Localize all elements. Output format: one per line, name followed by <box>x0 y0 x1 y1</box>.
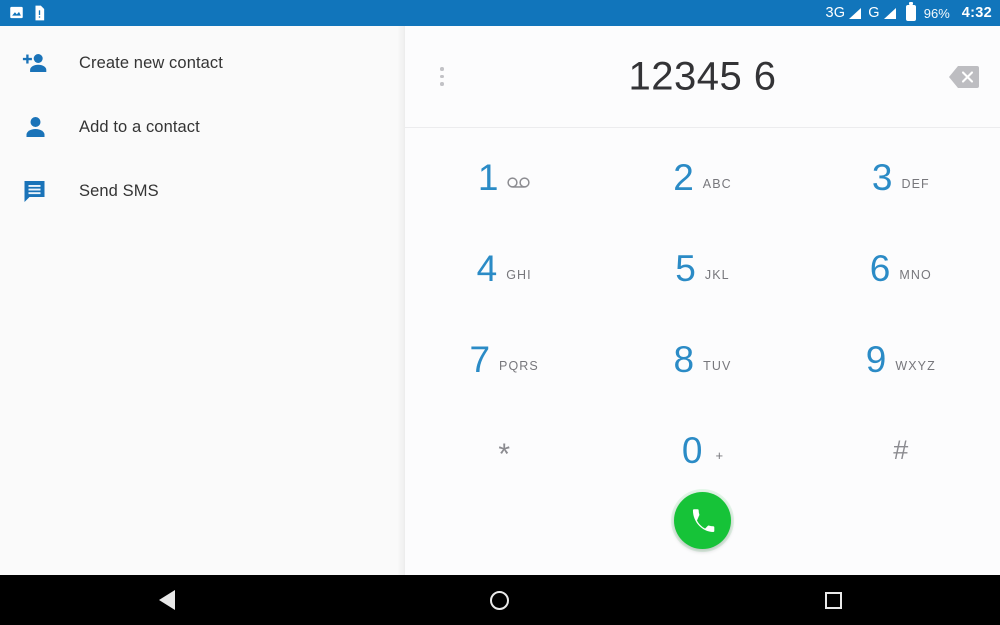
key-digit: 5 <box>675 248 696 289</box>
key-letters: TUV <box>703 359 732 373</box>
keypad-row: 7 PQRS 8 TUV 9 WXYZ <box>405 314 1000 405</box>
key-3[interactable]: 3 DEF <box>802 132 1000 223</box>
status-bar: 3G G 96% 4:32 <box>0 0 1000 26</box>
key-digit: 4 <box>476 248 498 289</box>
sidebar-item-add-to-a-contact[interactable]: Add to a contact <box>0 95 405 159</box>
key-9[interactable]: 9 WXYZ <box>802 314 1000 405</box>
recents-square-icon <box>824 591 842 609</box>
message-icon <box>22 179 56 203</box>
key-digit: 2 <box>673 157 694 198</box>
sidebar-item-label: Create new contact <box>79 53 223 72</box>
sidebar-item-send-sms[interactable]: Send SMS <box>0 159 405 223</box>
call-button-row <box>405 492 1000 549</box>
key-digit: # <box>893 435 909 465</box>
key-star[interactable]: * <box>405 405 603 496</box>
key-letters: MNO <box>899 268 932 282</box>
navigation-bar <box>0 575 1000 625</box>
call-button[interactable] <box>674 492 731 549</box>
sidebar-item-label: Send SMS <box>79 181 159 200</box>
key-digit: 6 <box>869 248 891 289</box>
key-digit: 8 <box>673 339 695 380</box>
key-8[interactable]: 8 TUV <box>603 314 801 405</box>
phone-screen: 3G G 96% 4:32 Create new contact Add to … <box>0 0 1000 625</box>
key-4[interactable]: 4 GHI <box>405 223 603 314</box>
key-digit: 3 <box>871 157 893 198</box>
key-digit: 0 <box>681 430 703 471</box>
key-digit: 1 <box>477 157 499 198</box>
voicemail-icon <box>507 177 531 188</box>
key-digit: * <box>498 437 510 471</box>
back-triangle-icon <box>158 590 175 610</box>
key-letters: + <box>715 448 724 463</box>
key-digit: 9 <box>865 339 887 380</box>
nav-back-button[interactable] <box>0 590 333 610</box>
signal-strength-icon-2 <box>883 7 896 19</box>
key-7[interactable]: 7 PQRS <box>405 314 603 405</box>
image-notification-icon <box>9 5 24 21</box>
network-type-secondary: G <box>868 4 880 21</box>
key-1[interactable]: 1 <box>405 132 603 223</box>
keypad-row: 4 GHI 5 JKL 6 MNO <box>405 223 1000 314</box>
status-bar-indicators: 3G G 96% 4:32 <box>825 2 993 21</box>
dialed-number-display[interactable]: 12345 6 <box>405 54 1000 99</box>
network-type-primary: 3G <box>825 4 846 21</box>
signal-strength-icon-1 <box>849 7 862 19</box>
key-letters: ABC <box>702 177 732 191</box>
dialpad-keys: 1 2 ABC 3 DEF 4 GHI 5 JKL 6 MNO 7 PQRS 8… <box>405 128 1000 549</box>
clock: 4:32 <box>961 5 992 21</box>
person-icon <box>22 115 56 139</box>
battery-icon <box>905 2 916 21</box>
key-letters: WXYZ <box>895 359 936 373</box>
key-digit: 7 <box>469 339 491 380</box>
dialpad-panel: 12345 6 1 2 ABC 3 DEF 4 GHI 5 JKL 6 MNO … <box>405 26 1000 575</box>
home-circle-icon <box>490 590 510 610</box>
backspace-icon[interactable] <box>948 64 980 89</box>
sidebar-item-label: Add to a contact <box>79 117 200 136</box>
document-alert-notification-icon <box>33 5 48 21</box>
nav-home-button[interactable] <box>333 590 666 610</box>
key-5[interactable]: 5 JKL <box>603 223 801 314</box>
key-0[interactable]: 0 + <box>603 405 801 496</box>
key-6[interactable]: 6 MNO <box>802 223 1000 314</box>
person-add-icon <box>22 51 56 75</box>
key-letters: PQRS <box>499 359 539 373</box>
key-hash[interactable]: # <box>802 405 1000 496</box>
dialed-number-bar: 12345 6 <box>405 26 1000 127</box>
keypad-row: * 0 + # <box>405 405 1000 496</box>
battery-percent: 96% <box>923 5 950 21</box>
contact-actions-panel: Create new contact Add to a contact Send… <box>0 26 405 575</box>
keypad-row: 1 2 ABC 3 DEF <box>405 132 1000 223</box>
notification-icons <box>9 5 48 21</box>
sidebar-item-create-new-contact[interactable]: Create new contact <box>0 31 405 95</box>
nav-recents-button[interactable] <box>667 591 1000 609</box>
key-letters: DEF <box>901 177 930 191</box>
key-2[interactable]: 2 ABC <box>603 132 801 223</box>
key-letters: GHI <box>506 268 532 282</box>
key-letters: JKL <box>704 268 730 282</box>
